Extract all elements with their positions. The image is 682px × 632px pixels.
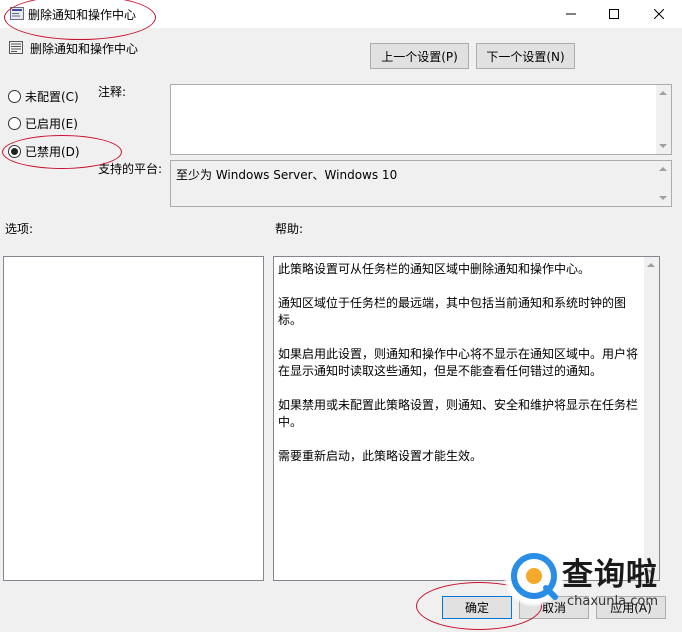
radio-not-configured[interactable]: 未配置(C) [8,88,79,105]
radio-circle[interactable] [8,90,21,103]
watermark-search-icon [511,553,558,600]
scroll-down-icon[interactable] [659,144,667,148]
scroll-up-icon[interactable] [647,263,655,267]
radio-circle[interactable] [8,117,21,130]
minimize-icon [566,13,576,15]
radio-label: 已启用(E) [25,117,78,131]
help-paragraph: 通知区域位于任务栏的最远端，其中包括当前通知和系统时钟的图标。 [278,296,627,327]
comment-scrollbar[interactable] [656,85,671,154]
help-paragraph: 如果禁用或未配置此策略设置，则通知、安全和维护将显示在任务栏中。 [278,398,639,429]
maximize-icon [609,9,619,19]
radio-label: 未配置(C) [25,90,79,104]
close-button[interactable] [638,0,680,28]
policy-setting-icon [9,41,23,54]
platform-value: 至少为 Windows Server、Windows 10 [176,168,398,182]
help-paragraph: 如果启用此设置，则通知和操作中心将不显示在通知区域中。用户将在显示通知时读取这些… [278,347,639,378]
help-paragraph: 此策略设置可从任务栏的通知区域中删除通知和操作中心。 [278,262,591,276]
platform-label: 支持的平台: [98,162,163,176]
help-paragraph: 需要重新启动，此策略设置才能生效。 [278,449,483,463]
title-bar: 删除通知和操作中心 [0,0,682,28]
help-panel: 此策略设置可从任务栏的通知区域中删除通知和操作中心。 通知区域位于任务栏的最远端… [273,256,660,581]
ok-button[interactable]: 确定 [442,596,512,619]
comment-label: 注释: [98,85,127,99]
scroll-down-icon[interactable] [659,196,667,200]
window-title: 删除通知和操作中心 [28,8,137,22]
radio-label: 已禁用(D) [25,145,80,159]
help-scrollbar[interactable] [644,257,659,580]
radio-enabled[interactable]: 已启用(E) [8,115,78,132]
platform-scrollbar[interactable] [656,161,671,206]
watermark-url: chaxunla.com [567,594,658,609]
options-panel [3,256,264,581]
maximize-button[interactable] [593,0,635,28]
scroll-up-icon[interactable] [659,167,667,171]
previous-setting-button[interactable]: 上一个设置(P) [370,43,469,69]
radio-circle-selected[interactable] [8,145,21,158]
watermark-brand: 查询啦 [562,557,658,593]
help-label: 帮助: [275,222,304,236]
watermark-logo [506,548,562,604]
policy-window-icon [10,7,24,20]
next-setting-button[interactable]: 下一个设置(N) [476,43,575,69]
minimize-button[interactable] [550,0,592,28]
scroll-up-icon[interactable] [659,91,667,95]
comment-textarea[interactable] [170,84,672,155]
options-label: 选项: [5,222,34,236]
platform-field: 至少为 Windows Server、Windows 10 [170,160,672,207]
close-icon [654,9,664,19]
policy-name: 删除通知和操作中心 [30,42,139,56]
radio-disabled[interactable]: 已禁用(D) [8,143,80,160]
